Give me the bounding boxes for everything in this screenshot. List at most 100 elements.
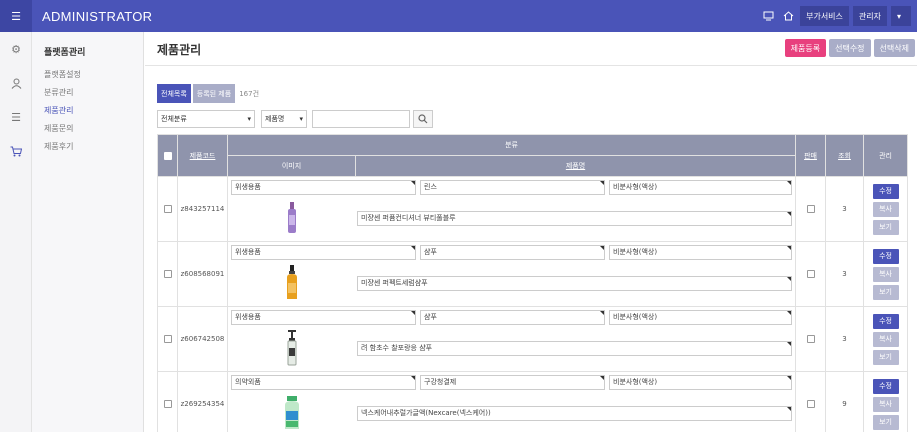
category-level1-field[interactable]: 위생용품 xyxy=(231,310,416,325)
category-row: 위생용품 샴푸 비분사형(액상) xyxy=(231,310,793,325)
copy-button[interactable]: 복사 xyxy=(872,201,899,217)
sale-checkbox[interactable] xyxy=(806,205,815,213)
product-table: 제품코드 분류 판매 조회 관리 이미지 제품명 z843257114 위생용품… xyxy=(157,134,909,432)
view-button[interactable]: 보기 xyxy=(872,414,899,430)
main-content: 제품관리 제품등록 선택수정 선택삭제 전체목록 등록된 제품 167건 전체분… xyxy=(145,32,917,432)
views-header[interactable]: 조회 xyxy=(825,134,865,177)
product-name-field[interactable]: 려 함초수 찰포랑응 샴푸 xyxy=(357,340,793,356)
list-tabs: 전체목록 등록된 제품 167건 xyxy=(157,84,259,103)
row-checkbox[interactable] xyxy=(163,400,172,408)
row-select-cell xyxy=(157,176,178,242)
side-navigation: 플랫폼관리 플랫폼설정 분류관리 제품관리 제품문의 제품후기 xyxy=(32,32,144,432)
product-detail-cell: 위생용품 샴푸 비분사형(액상) 려 함초수 찰포랑응 샴푸 xyxy=(226,306,797,372)
edit-button[interactable]: 수정 xyxy=(872,183,899,199)
row-checkbox[interactable] xyxy=(163,205,172,213)
monitor-icon[interactable] xyxy=(760,7,776,25)
table-row: z606742508 위생용품 샴푸 비분사형(액상) 려 함초수 찰포랑응 샴… xyxy=(157,306,909,372)
select-all-checkbox[interactable] xyxy=(163,151,172,160)
category-row: 의약외품 구강청결제 비분사형(액상) xyxy=(231,375,793,390)
sidenav-item-product-inquiry[interactable]: 제품문의 xyxy=(44,120,81,138)
category-level3-field[interactable]: 비분사형(액상) xyxy=(609,310,793,325)
product-detail-cell: 위생용품 린스 비분사형(액상) 미쟝센 퍼퓸컨디셔너 뷰티풀블루 xyxy=(226,176,797,242)
table-row: z843257114 위생용품 린스 비분사형(액상) 미쟝센 퍼퓸컨디셔너 뷰… xyxy=(157,176,909,242)
admin-user-button[interactable]: 관리자 xyxy=(852,6,887,26)
search-field-value: 제품명 xyxy=(265,115,285,123)
addon-service-button[interactable]: 부가서비스 xyxy=(800,6,849,26)
product-code-header[interactable]: 제품코드 xyxy=(177,134,228,177)
title-divider xyxy=(145,65,917,66)
row-checkbox[interactable] xyxy=(163,270,172,278)
chevron-down-icon: ▾ xyxy=(299,115,303,123)
copy-button[interactable]: 복사 xyxy=(872,396,899,412)
sale-cell xyxy=(795,306,827,372)
menu-icon[interactable]: ☰ xyxy=(0,0,32,32)
sidenav-item-product-review[interactable]: 제품후기 xyxy=(44,138,81,156)
product-code: z269254354 xyxy=(177,371,228,432)
category-level1-field[interactable]: 의약외품 xyxy=(231,375,416,390)
product-name-field[interactable]: 넥스케어내추럴가글액(Nexcare(넥스케어)) xyxy=(357,405,793,421)
edit-button[interactable]: 수정 xyxy=(872,248,899,264)
product-image xyxy=(231,393,353,432)
action-buttons: 제품등록 선택수정 선택삭제 xyxy=(784,39,915,57)
product-row: 미쟝센 퍼퓸컨디셔너 뷰티풀블루 xyxy=(231,198,793,238)
view-button[interactable]: 보기 xyxy=(872,284,899,300)
product-image xyxy=(231,263,353,303)
category-level2-field[interactable]: 린스 xyxy=(420,180,605,195)
home-icon[interactable] xyxy=(780,7,796,25)
view-button[interactable]: 보기 xyxy=(872,219,899,235)
gear-icon[interactable]: ⚙ xyxy=(0,32,32,66)
product-name-field[interactable]: 미쟝센 퍼펙트세럼샴푸 xyxy=(357,275,793,291)
product-image xyxy=(231,328,353,368)
category-select[interactable]: 전체분류 ▾ xyxy=(157,110,255,128)
table-row: z269254354 의약외품 구강청결제 비분사형(액상) 넥스케어내추럴가글… xyxy=(157,371,909,432)
view-button[interactable]: 보기 xyxy=(872,349,899,365)
category-select-value: 전체분류 xyxy=(161,115,187,123)
category-level1-field[interactable]: 위생용품 xyxy=(231,245,416,260)
delete-selected-button[interactable]: 선택삭제 xyxy=(873,39,915,57)
product-name-field[interactable]: 미쟝센 퍼퓸컨디셔너 뷰티풀블루 xyxy=(357,210,793,226)
sidenav-item-platform-settings[interactable]: 플랫폼설정 xyxy=(44,66,81,84)
manage-cell: 수정 복사 보기 xyxy=(863,371,909,432)
list-icon[interactable]: ☰ xyxy=(0,100,32,134)
category-level2-field[interactable]: 샴푸 xyxy=(420,245,605,260)
edit-button[interactable]: 수정 xyxy=(872,313,899,329)
row-select-cell xyxy=(157,371,178,432)
search-button[interactable] xyxy=(413,110,433,128)
brand-title: ADMINISTRATOR xyxy=(42,9,153,24)
copy-button[interactable]: 복사 xyxy=(872,331,899,347)
sidenav-item-category-management[interactable]: 분류관리 xyxy=(44,84,81,102)
edit-button[interactable]: 수정 xyxy=(872,378,899,394)
register-product-button[interactable]: 제품등록 xyxy=(784,39,827,57)
search-icon xyxy=(418,114,428,124)
copy-button[interactable]: 복사 xyxy=(872,266,899,282)
sale-cell xyxy=(795,176,827,242)
sidenav-item-product-management[interactable]: 제품관리 xyxy=(44,102,81,120)
sale-checkbox[interactable] xyxy=(806,270,815,278)
sale-cell xyxy=(795,371,827,432)
row-checkbox[interactable] xyxy=(163,335,172,343)
icon-sidebar: ⚙ ☰ xyxy=(0,32,32,432)
user-icon[interactable] xyxy=(0,66,32,100)
category-level3-field[interactable]: 비분사형(액상) xyxy=(609,180,793,195)
category-level2-field[interactable]: 구강청결제 xyxy=(420,375,605,390)
tab-all-list[interactable]: 전체목록 xyxy=(157,84,191,103)
sale-header[interactable]: 판매 xyxy=(795,134,827,177)
category-level1-field[interactable]: 위생용품 xyxy=(231,180,416,195)
top-right-controls: 부가서비스 관리자 ▾ xyxy=(760,6,911,26)
sale-checkbox[interactable] xyxy=(806,335,815,343)
views-count: 3 xyxy=(825,241,865,307)
edit-selected-button[interactable]: 선택수정 xyxy=(829,39,871,57)
top-bar: ☰ ADMINISTRATOR 부가서비스 관리자 ▾ xyxy=(0,0,917,32)
cart-icon[interactable] xyxy=(0,134,32,168)
sale-checkbox[interactable] xyxy=(806,400,815,408)
category-level3-field[interactable]: 비분사형(액상) xyxy=(609,245,793,260)
tab-registered-products[interactable]: 등록된 제품 xyxy=(192,84,236,103)
product-detail-cell: 위생용품 샴푸 비분사형(액상) 미쟝센 퍼펙트세럼샴푸 xyxy=(226,241,797,307)
user-dropdown-caret-icon[interactable]: ▾ xyxy=(891,6,911,26)
search-input[interactable] xyxy=(312,110,410,128)
filter-bar: 전체분류 ▾ 제품명 ▾ xyxy=(157,110,433,128)
product-name-header[interactable]: 제품명 xyxy=(354,155,797,177)
category-level3-field[interactable]: 비분사형(액상) xyxy=(609,375,793,390)
search-field-select[interactable]: 제품명 ▾ xyxy=(261,110,307,128)
category-level2-field[interactable]: 샴푸 xyxy=(420,310,605,325)
